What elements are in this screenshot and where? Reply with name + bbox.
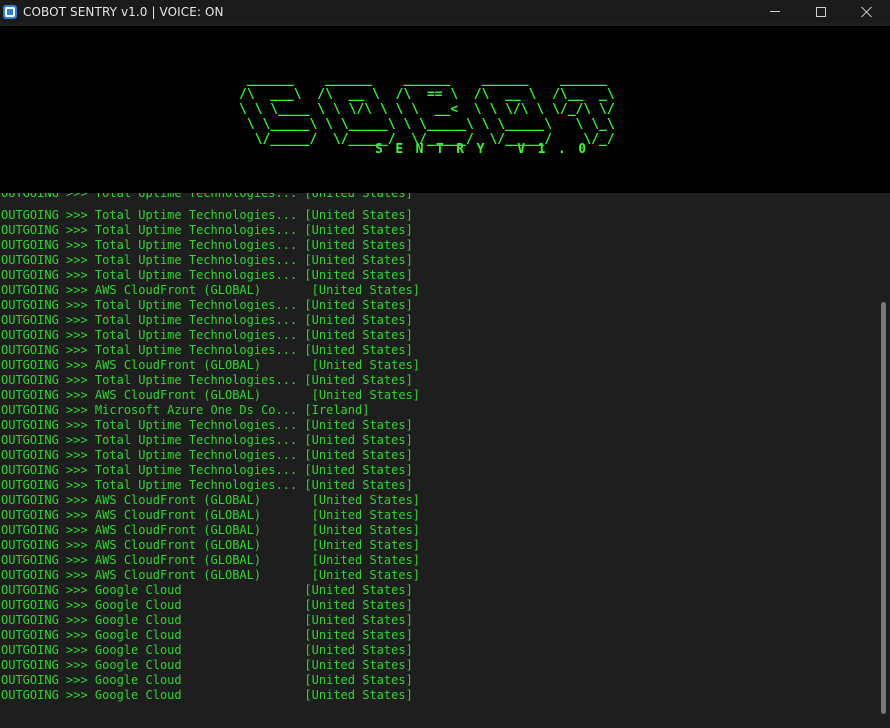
log-line: OUTGOING >>> Total Uptime Technologies..… [1, 298, 413, 312]
log-line: OUTGOING >>> Total Uptime Technologies..… [1, 313, 413, 327]
log-line: OUTGOING >>> Total Uptime Technologies..… [1, 208, 413, 222]
log-line: OUTGOING >>> Total Uptime Technologies..… [1, 253, 413, 267]
log-line: OUTGOING >>> AWS CloudFront (GLOBAL) [Un… [1, 358, 421, 372]
log-line: OUTGOING >>> Google Cloud [United States… [1, 598, 413, 612]
log-line: OUTGOING >>> Total Uptime Technologies..… [1, 328, 413, 342]
minimize-button[interactable] [752, 0, 798, 23]
log-line: OUTGOING >>> Google Cloud [United States… [1, 583, 413, 597]
log-line: OUTGOING >>> Total Uptime Technologies..… [1, 223, 413, 237]
log-list: OUTGOING >>> Total Uptime Technologies..… [1, 208, 420, 703]
log-line: OUTGOING >>> Total Uptime Technologies..… [1, 343, 413, 357]
window-title: COBOT SENTRY v1.0 | VOICE: ON [23, 4, 224, 19]
ascii-logo: ______ ______ ______ ______ ______ /\ __… [239, 72, 615, 147]
log-line: OUTGOING >>> Google Cloud [United States… [1, 688, 413, 702]
log-line: OUTGOING >>> Total Uptime Technologies..… [1, 478, 413, 492]
log-line: OUTGOING >>> Total Uptime Technologies..… [1, 418, 413, 432]
log-line: OUTGOING >>> AWS CloudFront (GLOBAL) [Un… [1, 493, 421, 507]
log-line: OUTGOING >>> AWS CloudFront (GLOBAL) [Un… [1, 568, 421, 582]
log-line: OUTGOING >>> Google Cloud [United States… [1, 673, 413, 687]
log-line: OUTGOING >>> AWS CloudFront (GLOBAL) [Un… [1, 523, 421, 537]
log-line: OUTGOING >>> Total Uptime Technologies..… [1, 373, 413, 387]
vertical-scrollbar[interactable] [876, 193, 890, 728]
log-line: OUTGOING >>> Total Uptime Technologies..… [1, 238, 413, 252]
log-line: OUTGOING >>> Google Cloud [United States… [1, 628, 413, 642]
minimize-icon [770, 11, 780, 12]
log-line: OUTGOING >>> Total Uptime Technologies..… [1, 433, 413, 447]
log-line: OUTGOING >>> AWS CloudFront (GLOBAL) [Un… [1, 388, 421, 402]
log-line: OUTGOING >>> AWS CloudFront (GLOBAL) [Un… [1, 538, 421, 552]
close-icon [861, 6, 873, 18]
log-line: OUTGOING >>> AWS CloudFront (GLOBAL) [Un… [1, 508, 421, 522]
log-line: OUTGOING >>> Google Cloud [United States… [1, 658, 413, 672]
log-line-partial: OUTGOING >>> Total Uptime Technologies..… [1, 193, 413, 200]
log-line: OUTGOING >>> Google Cloud [United States… [1, 643, 413, 657]
close-button[interactable] [844, 0, 890, 23]
log-line: OUTGOING >>> Microsoft Azure One Ds Co..… [1, 403, 370, 417]
log-line: OUTGOING >>> Total Uptime Technologies..… [1, 448, 413, 462]
log-line: OUTGOING >>> Total Uptime Technologies..… [1, 463, 413, 477]
app-icon [3, 4, 17, 19]
log-line: OUTGOING >>> Google Cloud [United States… [1, 613, 413, 627]
banner: ______ ______ ______ ______ ______ /\ __… [0, 26, 890, 193]
scrollbar-thumb[interactable] [881, 302, 886, 714]
log-line: OUTGOING >>> AWS CloudFront (GLOBAL) [Un… [1, 283, 421, 297]
log-line: OUTGOING >>> Total Uptime Technologies..… [1, 268, 413, 282]
maximize-button[interactable] [798, 0, 844, 23]
log-output[interactable]: OUTGOING >>> Total Uptime Technologies..… [0, 193, 876, 728]
banner-subtitle: SENTRY V1.0 [375, 142, 599, 157]
window-controls [752, 0, 890, 23]
title-bar[interactable]: COBOT SENTRY v1.0 | VOICE: ON [0, 0, 890, 23]
maximize-icon [816, 6, 826, 17]
log-line: OUTGOING >>> AWS CloudFront (GLOBAL) [Un… [1, 553, 421, 567]
